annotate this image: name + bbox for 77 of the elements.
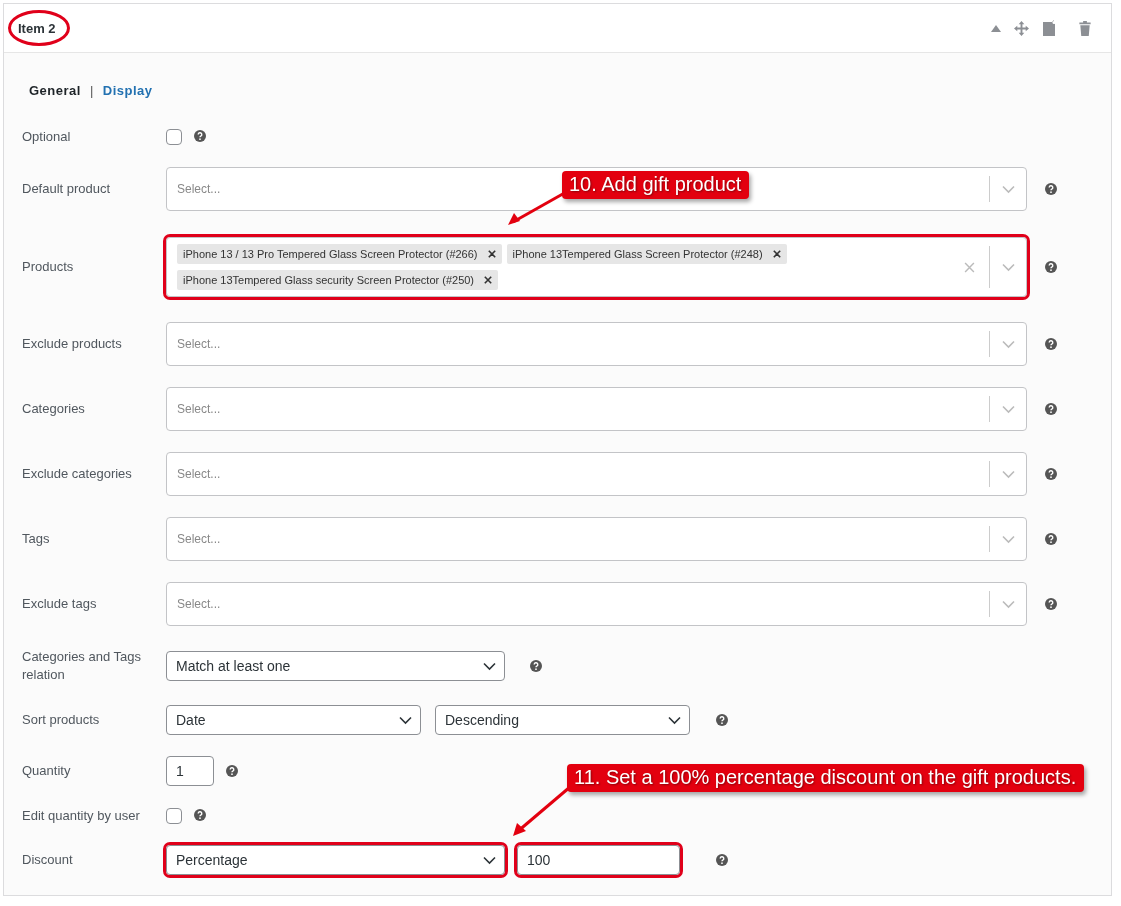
tab[interactable]: Display xyxy=(102,83,153,98)
chevron-icon xyxy=(1001,404,1015,414)
help-icon[interactable] xyxy=(1045,338,1057,350)
number-field[interactable]: 1 xyxy=(166,756,214,786)
move-icon[interactable] xyxy=(1014,20,1029,36)
remove-icon[interactable] xyxy=(487,250,496,258)
chevron-icon xyxy=(483,855,496,865)
checkbox[interactable] xyxy=(166,808,182,824)
field-label: Optional xyxy=(22,128,72,146)
field-label: Categories and Tags relation xyxy=(22,648,142,684)
copy-icon[interactable] xyxy=(1042,20,1056,36)
field-label: Default product xyxy=(22,180,112,198)
field-label: Quantity xyxy=(22,762,72,780)
chevron-icon xyxy=(1001,184,1015,194)
chevron-icon xyxy=(1001,599,1015,609)
select-field[interactable]: Select... xyxy=(166,322,1027,366)
checkbox[interactable] xyxy=(166,129,182,145)
dropdown-value: Descending xyxy=(445,712,519,728)
chevron-icon xyxy=(668,715,681,725)
placeholder-text: Select... xyxy=(177,337,221,351)
chevron-icon xyxy=(399,715,412,725)
dropdown[interactable]: Percentage xyxy=(166,845,505,875)
dropdown-value: Percentage xyxy=(176,852,248,868)
help-icon[interactable] xyxy=(1045,533,1057,545)
field-label: Exclude products xyxy=(22,335,123,353)
callout-tooltip: 11. Set a 100% percentage discount on the gift products. xyxy=(567,764,1085,792)
field-label: Exclude tags xyxy=(22,595,98,613)
help-icon[interactable] xyxy=(530,660,542,672)
trash-icon[interactable] xyxy=(1079,20,1091,36)
tab-separator: | xyxy=(89,83,94,98)
item-title: Item 2 xyxy=(18,20,56,36)
remove-icon[interactable] xyxy=(484,276,493,284)
select-field[interactable]: Select... xyxy=(166,387,1027,431)
product-tag[interactable]: iPhone 13Tempered Glass security Screen Protector (#250) xyxy=(177,270,499,290)
help-icon[interactable] xyxy=(1045,468,1057,480)
dropdown[interactable]: Date xyxy=(166,705,421,735)
product-tag[interactable]: iPhone 13 / 13 Pro Tempered Glass Screen Protector (#266) xyxy=(177,244,502,264)
placeholder-text: Select... xyxy=(177,182,221,196)
help-icon[interactable] xyxy=(1045,183,1057,195)
dropdown[interactable]: Descending xyxy=(435,705,690,735)
placeholder-text: Select... xyxy=(177,467,221,481)
dropdown[interactable]: Match at least one xyxy=(166,651,505,681)
help-icon[interactable] xyxy=(1045,598,1057,610)
chevron-icon xyxy=(1001,262,1015,272)
help-icon[interactable] xyxy=(716,854,728,866)
select-field[interactable]: Select... xyxy=(166,582,1027,626)
field-label: Discount xyxy=(22,851,74,869)
placeholder-text: Select... xyxy=(177,597,221,611)
field-label: Products xyxy=(22,258,75,276)
help-icon[interactable] xyxy=(194,129,206,142)
collapse-icon[interactable] xyxy=(991,23,1001,33)
placeholder-text: Select... xyxy=(177,402,221,416)
help-icon[interactable] xyxy=(226,765,238,777)
remove-icon[interactable] xyxy=(772,250,781,258)
chevron-icon xyxy=(1001,469,1015,479)
placeholder-text: Select... xyxy=(177,532,221,546)
field-label: Categories xyxy=(22,400,86,418)
dropdown-value: Date xyxy=(176,712,206,728)
field-label: Exclude categories xyxy=(22,465,133,483)
product-tag[interactable]: iPhone 13Tempered Glass Screen Protector (#248) xyxy=(506,244,787,264)
chevron-icon xyxy=(1001,534,1015,544)
help-icon[interactable] xyxy=(1045,261,1057,273)
field-label: Sort products xyxy=(22,711,101,729)
tab[interactable]: General xyxy=(29,83,81,98)
help-icon[interactable] xyxy=(716,714,728,726)
chevron-icon xyxy=(1001,339,1015,349)
select-field[interactable]: Select... xyxy=(166,452,1027,496)
callout-tooltip: 10. Add gift product xyxy=(562,171,750,199)
field-label: Edit quantity by user xyxy=(22,807,141,825)
chevron-icon xyxy=(483,661,496,671)
select-field[interactable]: iPhone 13 / 13 Pro Tempered Glass Screen Protector (#266) iPhone 13Tempered Glass Screen Protector (#248) iPhone 13Tempered Glass security Screen Protector (#250) xyxy=(166,237,1027,297)
dropdown-value: Match at least one xyxy=(176,658,291,674)
select-field[interactable]: Select... xyxy=(166,517,1027,561)
help-icon[interactable] xyxy=(194,808,206,821)
help-icon[interactable] xyxy=(1045,403,1057,415)
field-label: Tags xyxy=(22,530,51,548)
number-field[interactable]: 100 xyxy=(517,845,680,875)
